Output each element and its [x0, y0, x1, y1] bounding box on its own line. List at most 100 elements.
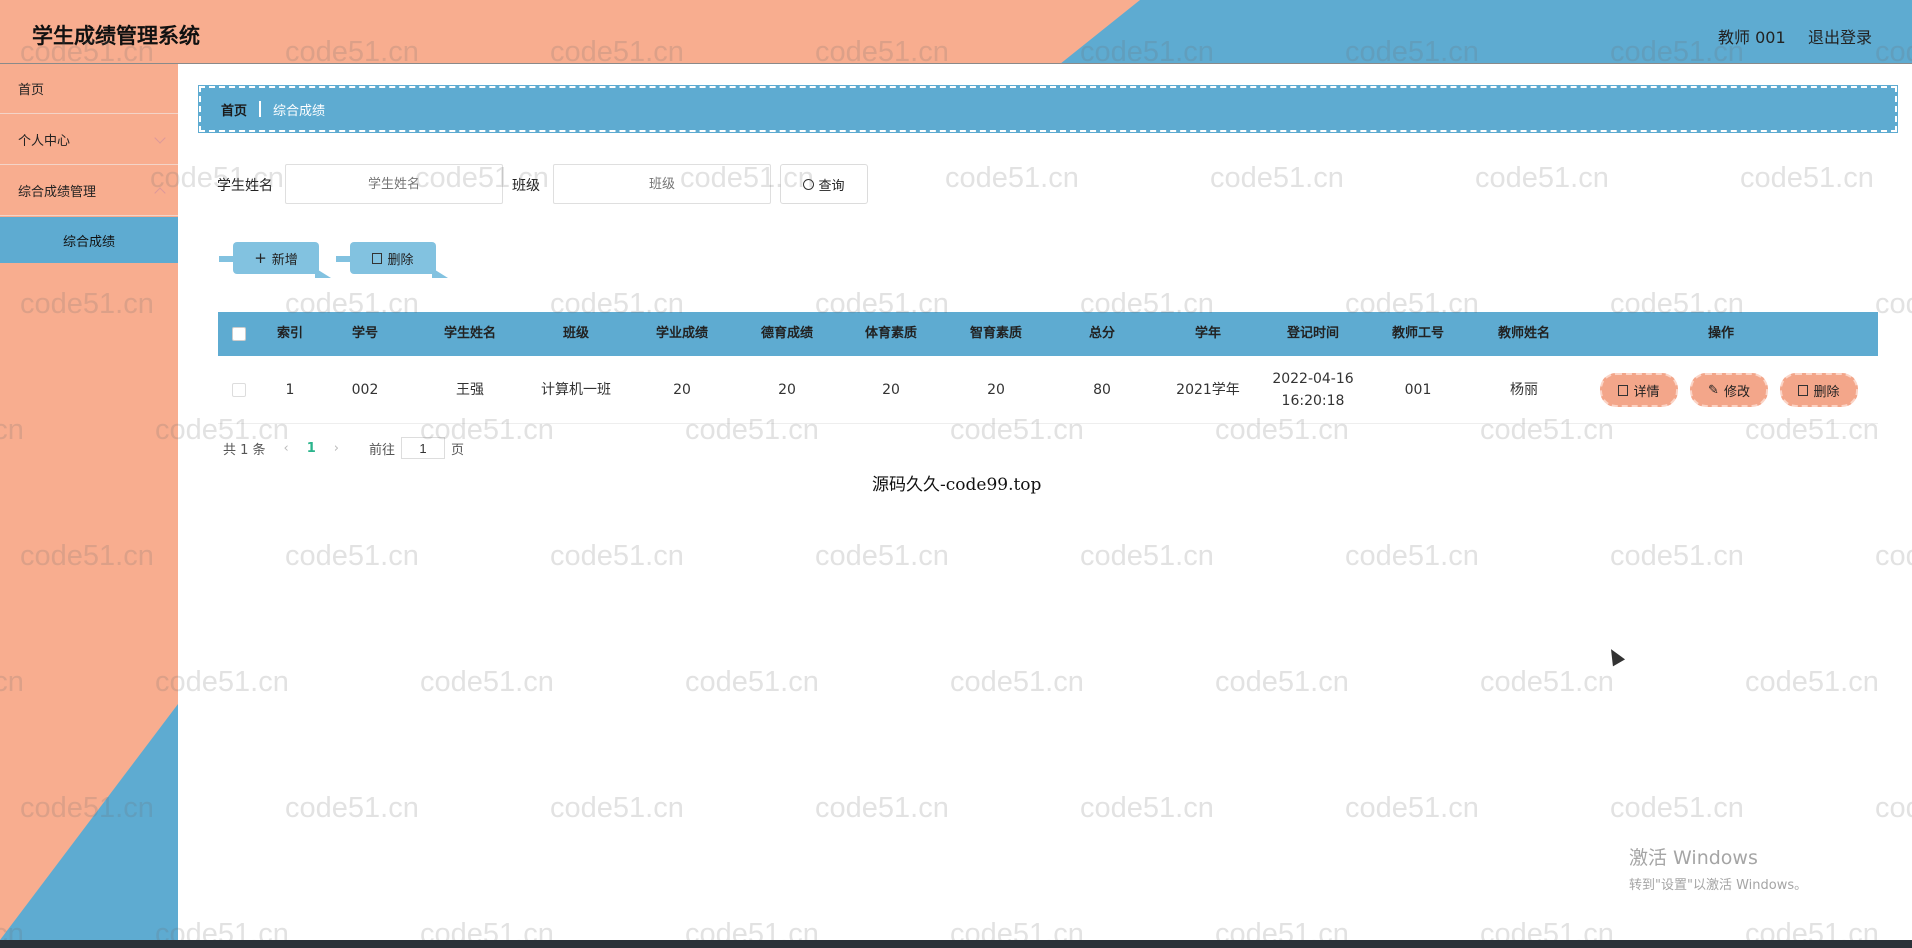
add-button-label: 新增: [271, 252, 298, 268]
header-academic: 学业成绩: [655, 326, 708, 341]
watermark-text: code51.cn: [1610, 540, 1744, 572]
breadcrumb-separator: [259, 101, 262, 117]
footer-text: 源码久久-code99.top: [872, 475, 1042, 495]
header-moral: 德育成绩: [760, 326, 813, 341]
student-name-input[interactable]: [285, 164, 503, 204]
windows-activation-notice: 激活 Windows 转到"设置"以激活 Windows。: [1629, 843, 1807, 893]
breadcrumb-current: 综合成绩: [273, 103, 326, 119]
sidebar-item-label: 综合成绩管理: [18, 185, 97, 200]
header-actions: 操作: [1707, 326, 1734, 341]
detail-button-label: 详情: [1633, 384, 1660, 400]
goto-page-input[interactable]: [401, 437, 446, 459]
header-physical: 体育素质: [864, 326, 917, 341]
search-icon: [803, 178, 815, 190]
cell-moral: 20: [778, 381, 796, 398]
sidebar-item-personal-center[interactable]: 个人中心: [0, 115, 178, 165]
watermark-text: code51.cn: [1080, 792, 1214, 824]
cell-register-time: 2022-04-16 16:20:18: [1254, 356, 1372, 423]
taskbar: [0, 940, 1912, 948]
button-decoration: [219, 256, 235, 262]
watermark-text: code51.cn: [1875, 540, 1912, 572]
cell-student-id: 002: [351, 381, 379, 398]
detail-button[interactable]: 详情: [1600, 373, 1678, 407]
watermark-text: code51.cn: [550, 792, 684, 824]
watermark-text: code51.cn: [1740, 162, 1874, 194]
document-icon: [1618, 384, 1629, 396]
watermark-text: code51.cn: [945, 162, 1079, 194]
watermark-text: code51.cn: [1345, 792, 1479, 824]
cell-academic: 20: [673, 381, 691, 398]
pager-total: 共 1 条: [223, 442, 266, 458]
cell-student-name: 王强: [456, 381, 484, 398]
register-date: 2022-04-16: [1272, 370, 1354, 387]
watermark-text: code51.cn: [1480, 666, 1614, 698]
sidebar-item-comprehensive-score[interactable]: 综合成绩: [0, 217, 178, 263]
header-class: 班级: [562, 326, 589, 341]
pagination: 共 1 条 ‹ 1 › 前往 页: [223, 436, 464, 460]
trash-icon: [1798, 384, 1809, 396]
header-register-time: 登记时间: [1286, 326, 1339, 341]
header-total: 总分: [1088, 326, 1115, 341]
app-window: 学生成绩管理系统 教师 001 退出登录 首页 个人中心 综合成绩管理 综合成绩…: [0, 0, 1912, 948]
batch-delete-label: 删除: [387, 252, 414, 268]
row-delete-button[interactable]: 删除: [1780, 373, 1858, 407]
table-header: 索引 学号 学生姓名 班级 学业成绩 德育成绩 体育素质 智育素质 总分 学年 …: [218, 312, 1878, 356]
search-button[interactable]: 查询: [780, 164, 868, 204]
app-title: 学生成绩管理系统: [32, 24, 200, 48]
class-input[interactable]: [553, 164, 771, 204]
header-intellectual: 智育素质: [969, 326, 1022, 341]
watermark-text: code51.cn: [1215, 666, 1349, 698]
pager-goto-prefix: 前往: [369, 442, 396, 458]
prev-page-icon[interactable]: ‹: [284, 441, 289, 456]
watermark-text: code51.cn: [1210, 162, 1344, 194]
add-button[interactable]: + 新增: [219, 242, 331, 278]
cell-teacher-name: 杨丽: [1510, 381, 1538, 398]
watermark-text: code51.cn: [420, 666, 554, 698]
sidebar-item-score-management[interactable]: 综合成绩管理: [0, 166, 178, 216]
header-teacher-id: 教师工号: [1391, 326, 1444, 341]
plus-icon: +: [254, 249, 267, 267]
header-teacher-name: 教师姓名: [1497, 326, 1550, 341]
page-number[interactable]: 1: [307, 441, 316, 456]
sidebar-item-label: 综合成绩: [62, 234, 115, 250]
chevron-down-icon: [154, 132, 166, 144]
class-label: 班级: [512, 178, 540, 194]
watermark-text: code51.cn: [285, 540, 419, 572]
top-header: 学生成绩管理系统 教师 001 退出登录: [0, 0, 1912, 64]
watermark-text: code51.cn: [1610, 792, 1744, 824]
sidebar-item-home[interactable]: 首页: [0, 64, 178, 114]
chevron-up-icon: [154, 187, 166, 199]
sidebar-item-label: 个人中心: [18, 134, 71, 149]
trash-icon: [372, 252, 383, 264]
watermark-text: code51.cn: [815, 792, 949, 824]
watermark-text: code51.cn: [550, 540, 684, 572]
cell-total: 80: [1093, 381, 1111, 398]
cell-index: 1: [285, 381, 295, 398]
sidebar: 首页 个人中心 综合成绩管理 综合成绩: [0, 64, 178, 940]
watermark-text: code51.cn: [1875, 288, 1912, 320]
logout-link[interactable]: 退出登录: [1808, 24, 1872, 48]
watermark-text: code51.cn: [1875, 792, 1912, 824]
edit-button-label: 修改: [1723, 384, 1750, 400]
select-all-checkbox[interactable]: [218, 312, 260, 356]
button-decoration: [432, 268, 448, 278]
header-year: 学年: [1194, 326, 1221, 341]
pencil-icon: ✎: [1708, 382, 1719, 398]
watermark-text: code51.cn: [685, 666, 819, 698]
batch-delete-button[interactable]: 删除: [336, 242, 448, 278]
activation-title: 激活 Windows: [1629, 847, 1758, 869]
breadcrumb-home[interactable]: 首页: [221, 100, 247, 119]
current-user: 教师 001: [1718, 28, 1786, 47]
next-page-icon[interactable]: ›: [334, 441, 339, 456]
header-index: 索引: [276, 326, 303, 341]
cell-teacher-id: 001: [1404, 381, 1432, 398]
mouse-cursor: [1604, 645, 1626, 667]
header-student-id: 学号: [351, 326, 378, 341]
edit-button[interactable]: ✎ 修改: [1690, 373, 1768, 407]
student-name-label: 学生姓名: [217, 178, 273, 194]
row-checkbox[interactable]: [218, 356, 260, 423]
watermark-text: code51.cn: [1080, 540, 1214, 572]
header-student-name: 学生姓名: [443, 326, 496, 341]
pager-goto-suffix: 页: [451, 442, 465, 458]
watermark-text: code51.cn: [285, 792, 419, 824]
